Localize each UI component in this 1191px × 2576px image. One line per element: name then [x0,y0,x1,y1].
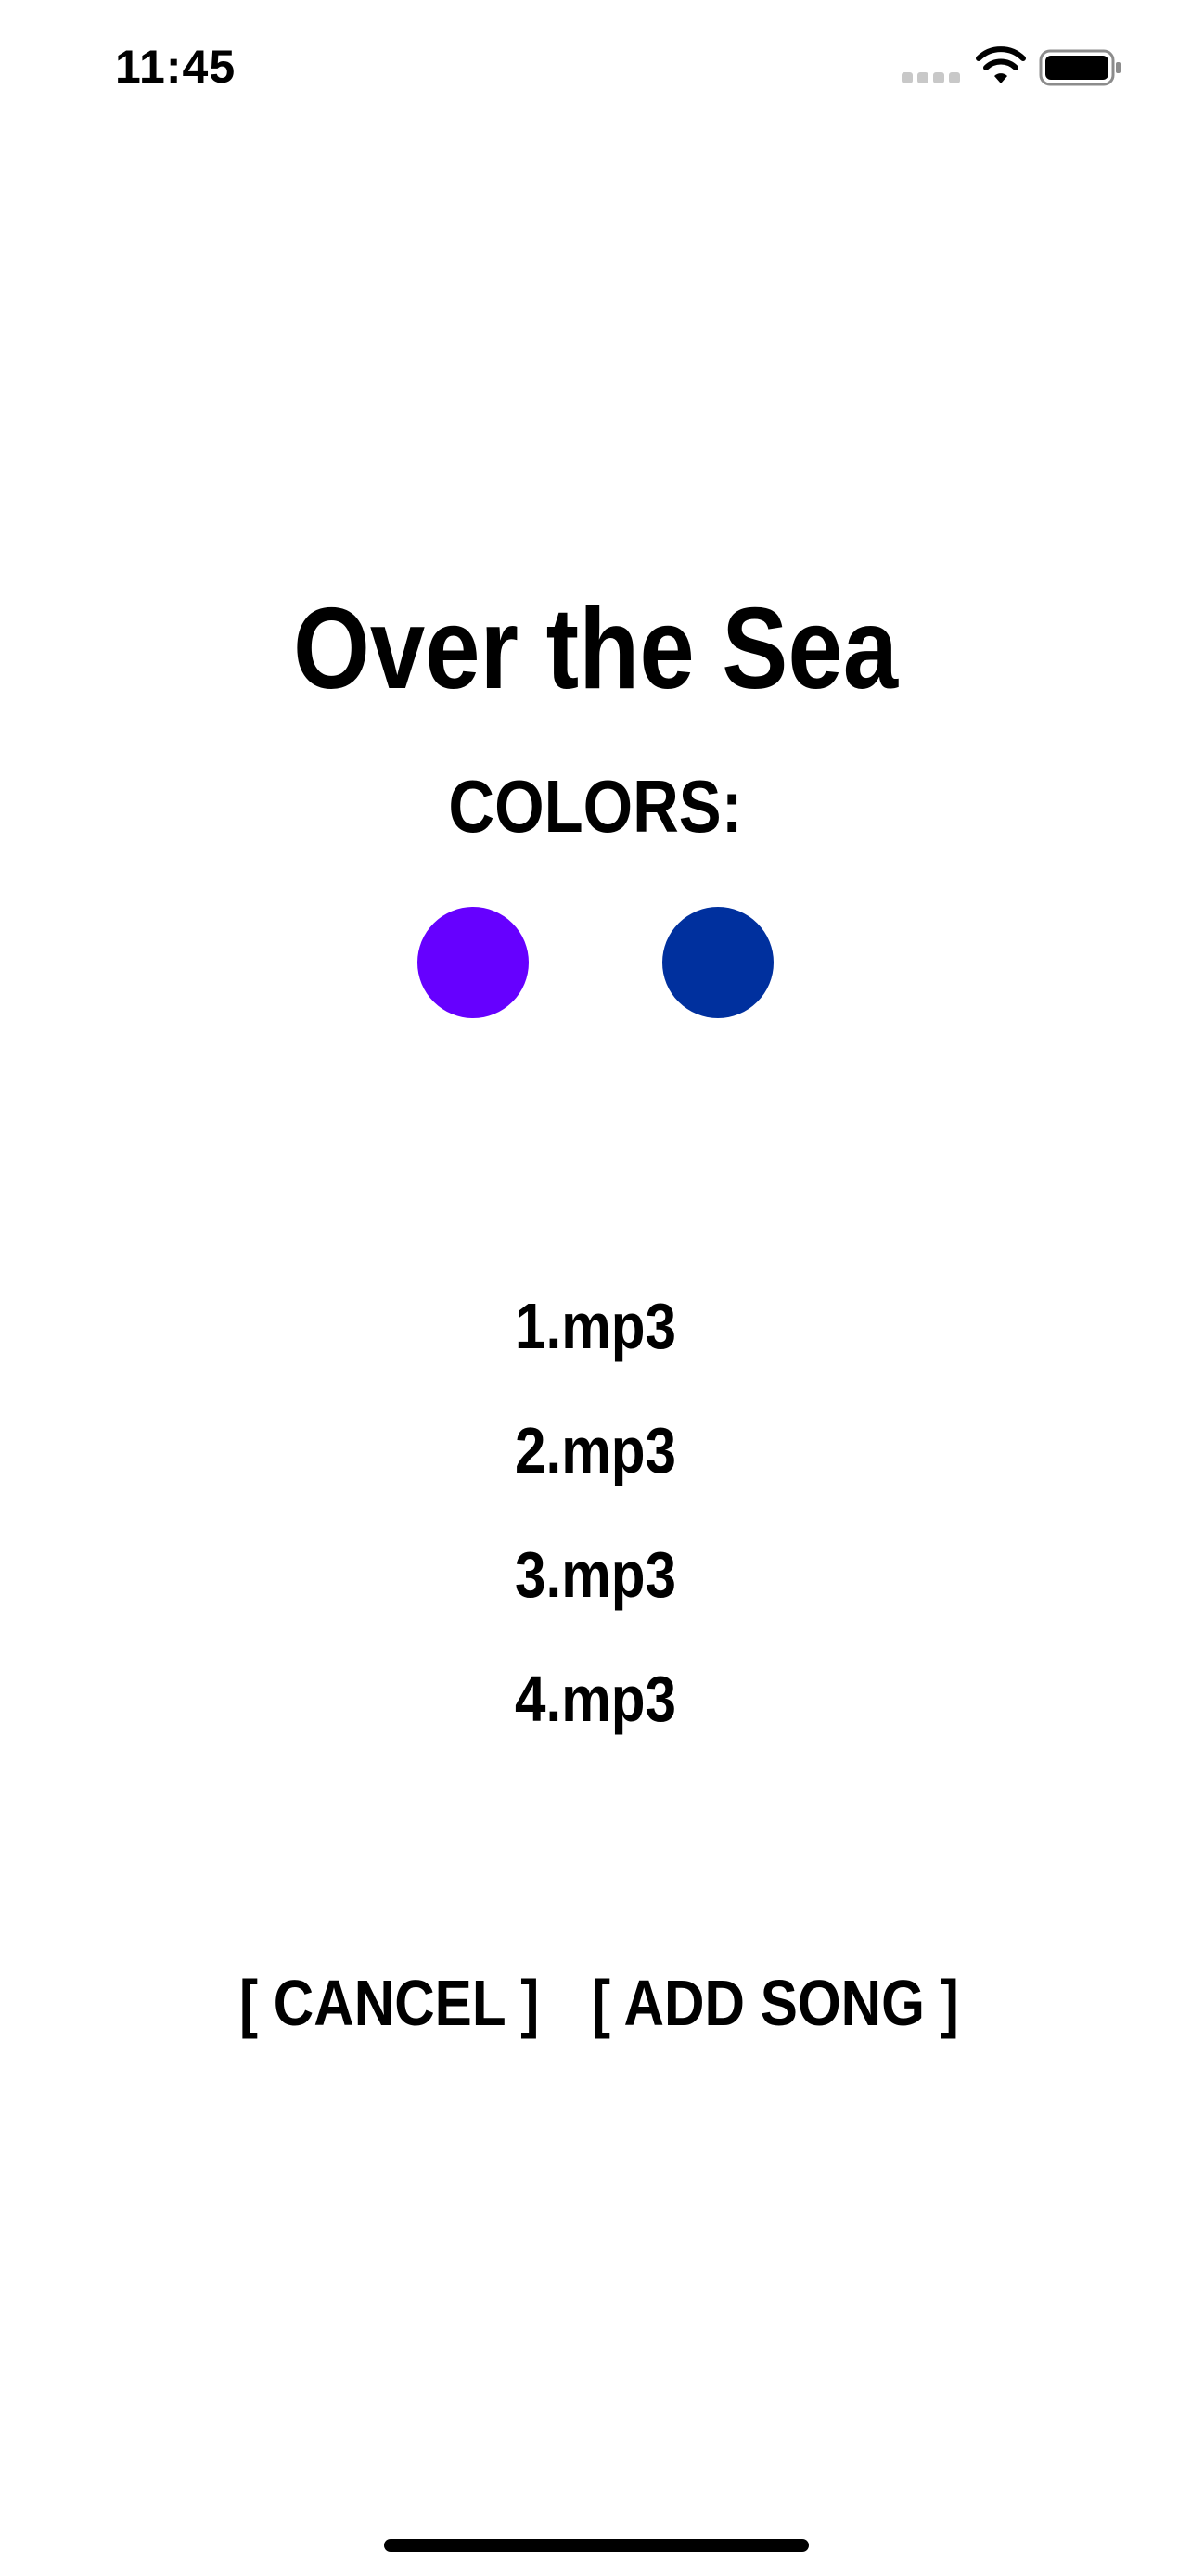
status-bar: 11:45 [0,0,1191,139]
cancel-button[interactable]: [ CANCEL ] [239,1957,539,2049]
home-indicator[interactable] [384,2539,809,2552]
color-swatch-1[interactable] [417,907,529,1018]
song-item[interactable]: 1.mp3 [83,1280,1108,1404]
page-title: Over the Sea [292,585,899,713]
battery-icon [1039,49,1121,86]
color-swatch-2[interactable] [662,907,774,1018]
action-buttons: [ CANCEL ] [ ADD SONG ] [0,1957,1191,2049]
wifi-icon [976,46,1026,83]
cellular-signal-icon [902,72,961,85]
add-song-button[interactable]: [ ADD SONG ] [592,1957,959,2049]
status-time: 11:45 [115,41,237,93]
song-item[interactable]: 2.mp3 [83,1404,1108,1528]
song-item[interactable]: 4.mp3 [83,1652,1108,1777]
colors-label: COLORS: [448,765,743,848]
song-list: 1.mp3 2.mp3 3.mp3 4.mp3 [0,1280,1191,1777]
song-item[interactable]: 3.mp3 [83,1528,1108,1652]
